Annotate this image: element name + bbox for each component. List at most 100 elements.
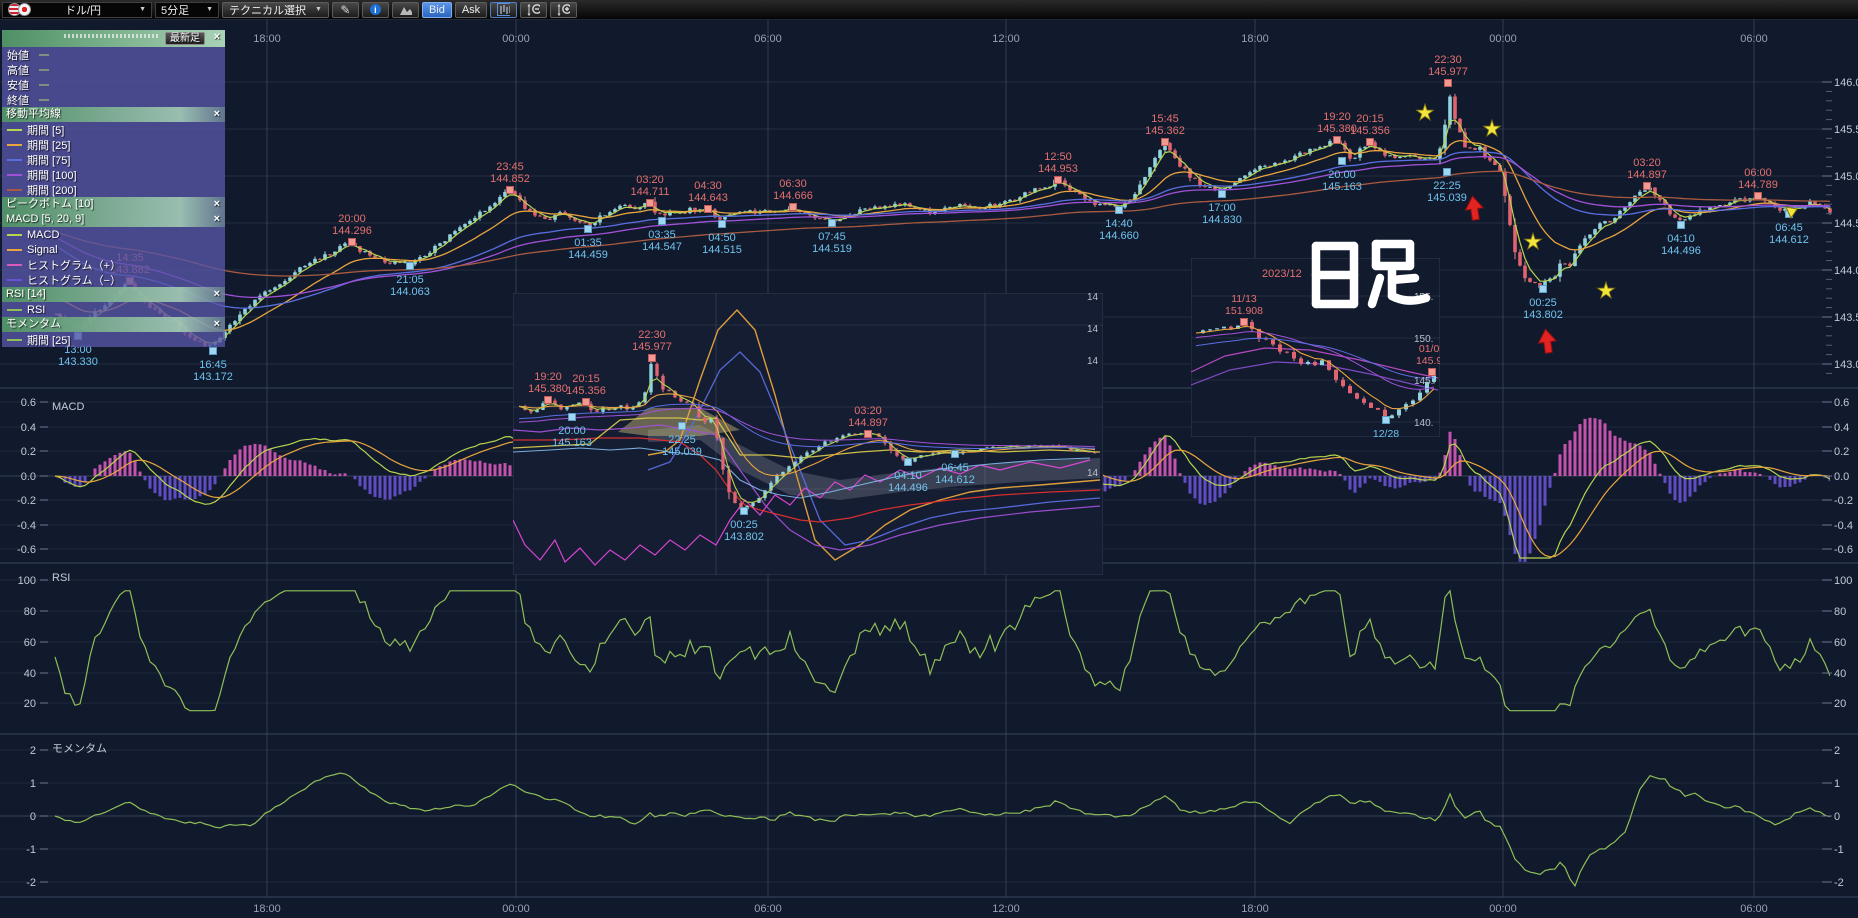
- legend-section-label: MACD [5, 20, 9]: [6, 213, 85, 225]
- currency-pair-select[interactable]: ドル/円 ▼: [2, 1, 152, 18]
- indicator-axis-label: -0.2: [1834, 495, 1853, 507]
- ask-label: Ask: [461, 3, 481, 16]
- legend-item: Signal: [2, 242, 225, 257]
- legend-item: 終値: [2, 92, 225, 107]
- info-button[interactable]: i: [361, 1, 389, 18]
- color-dash-icon: [39, 68, 49, 71]
- zoom-out-button[interactable]: [520, 1, 548, 18]
- annotation-price: 145.163: [552, 437, 592, 449]
- indicator-axis-label: -1: [1834, 844, 1844, 856]
- color-dash-icon: [7, 308, 22, 311]
- annotation-price: 144.711: [631, 186, 670, 198]
- close-icon[interactable]: ×: [214, 197, 220, 212]
- panel-title: モメンタム: [52, 742, 107, 755]
- annotation-time: 06:30: [779, 178, 807, 190]
- annotation-time: 15:45: [1151, 113, 1179, 125]
- annotation-price: 145.977: [1428, 66, 1468, 78]
- close-icon[interactable]: ×: [214, 287, 220, 302]
- indicator-axis-label: -0.6: [17, 544, 36, 556]
- trading-app-window: 146.0145.5145.0144.5144.0143.5143.00.60.…: [0, 0, 1858, 918]
- annotation-time: 22:30: [1434, 54, 1462, 66]
- legend-section-label: ピークボトム [10]: [6, 198, 94, 210]
- color-dash-icon: [39, 83, 49, 86]
- legend-item-label: 終値: [7, 94, 29, 107]
- info-icon: i: [369, 4, 381, 15]
- price-axis-label: 144.5: [1834, 218, 1858, 230]
- time-axis-label-top: 00:00: [502, 33, 530, 45]
- annotation-time: 04:10: [1667, 233, 1695, 245]
- bid-label: Bid: [428, 3, 445, 16]
- color-dash-icon: [7, 263, 22, 266]
- technical-select-button[interactable]: テクニカル選択 ▼: [222, 1, 329, 18]
- annotation-time: 20:15: [1356, 113, 1384, 125]
- price-axis-label: 144.0: [1834, 265, 1858, 277]
- ask-button[interactable]: Ask: [454, 1, 488, 18]
- timeframe-select[interactable]: 5分足 ▼: [155, 1, 219, 18]
- close-icon[interactable]: ×: [214, 212, 220, 227]
- star-icon: ★: [1482, 116, 1502, 141]
- draw-pencil-button[interactable]: ✎: [331, 1, 359, 18]
- legend-item-label: MACD: [27, 228, 60, 241]
- close-icon[interactable]: ×: [214, 31, 220, 43]
- annotation-time: 04:30: [694, 180, 722, 192]
- price-axis-label: 145.5: [1834, 124, 1858, 136]
- daily-axis-label: 145.: [1414, 376, 1433, 387]
- annotation-price: 144.496: [888, 482, 928, 494]
- legend-item: 期間 [25]: [2, 332, 225, 347]
- annotation-time: 20:15: [572, 373, 600, 385]
- legend-item-label: Signal: [27, 243, 58, 256]
- timeframe-label: 5分足: [161, 4, 190, 17]
- legend-section-label: モメンタム: [6, 318, 61, 330]
- annotation-time: 20:00: [558, 425, 586, 437]
- indicator-axis-label: 0.0: [21, 471, 36, 483]
- chart-canvas[interactable]: 146.0145.5145.0144.5144.0143.5143.00.60.…: [0, 0, 1858, 918]
- panel-title: RSI: [52, 572, 70, 584]
- color-dash-icon: [7, 158, 22, 161]
- legend-item: 安値: [2, 77, 225, 92]
- mountain-chart-button[interactable]: [391, 1, 419, 18]
- annotation-price: 144.547: [642, 241, 682, 253]
- indicator-axis-label: -0.2: [17, 495, 36, 507]
- annotation-price: 144.515: [702, 244, 742, 256]
- indicator-axis-label: 20: [24, 698, 36, 710]
- legend-item-label: 期間 [75]: [27, 154, 71, 167]
- legend-header-bar: 最新足 ×: [2, 30, 225, 47]
- legend-item: 始値: [2, 47, 225, 62]
- color-dash-icon: [7, 338, 22, 341]
- time-axis-label-top: 18:00: [253, 33, 281, 45]
- annotation-time: 04:50: [708, 232, 736, 244]
- legend-item-label: ヒストグラム（+）: [27, 259, 122, 272]
- indicator-axis-label: 0.4: [1834, 422, 1849, 434]
- time-axis-label-bottom: 06:00: [754, 903, 782, 915]
- legend-item: ヒストグラム（+）: [2, 257, 225, 272]
- bid-button[interactable]: Bid: [421, 1, 452, 18]
- annotation-time: 01:35: [574, 237, 602, 249]
- annotation-price: 144.660: [1099, 230, 1139, 242]
- legend-item-label: 期間 [200]: [27, 184, 77, 197]
- indicator-axis-label: 1: [1834, 778, 1840, 790]
- latest-candle-button[interactable]: 最新足: [165, 32, 205, 45]
- indicator-axis-label: 80: [1834, 606, 1846, 618]
- close-icon[interactable]: ×: [214, 317, 220, 332]
- legend-item-label: 安値: [7, 79, 29, 92]
- drag-dots-icon: [64, 34, 160, 38]
- annotation-time: 21:05: [396, 274, 424, 286]
- annotation-time: 22:30: [638, 329, 666, 341]
- close-icon[interactable]: ×: [214, 107, 220, 122]
- indicator-axis-label: 60: [1834, 637, 1846, 649]
- candle-chart-button[interactable]: [490, 1, 518, 18]
- color-dash-icon: [7, 233, 22, 236]
- annotation-time: 03:20: [854, 405, 882, 417]
- annotation-time: 22:25: [668, 434, 696, 446]
- annotation-price: 144.612: [1769, 234, 1809, 246]
- zoom-in-button[interactable]: [550, 1, 578, 18]
- indicator-legend-panel: 最新足 × 始値 高値 安値 終値 移動平均線 × 期間 [5] 期間 [25] 期間 [75] 期間…: [2, 30, 225, 347]
- annotation-price: 145.039: [1427, 192, 1467, 204]
- annotation-time: 06:00: [1744, 167, 1772, 179]
- price-axis-label: 145.0: [1834, 171, 1858, 183]
- indicator-axis-label: 100: [18, 575, 36, 587]
- annotation-price: 144.063: [390, 286, 430, 298]
- inset-axis-fragment: 14: [1087, 356, 1099, 367]
- color-dash-icon: [7, 188, 22, 191]
- annotation-time: 00:25: [730, 519, 758, 531]
